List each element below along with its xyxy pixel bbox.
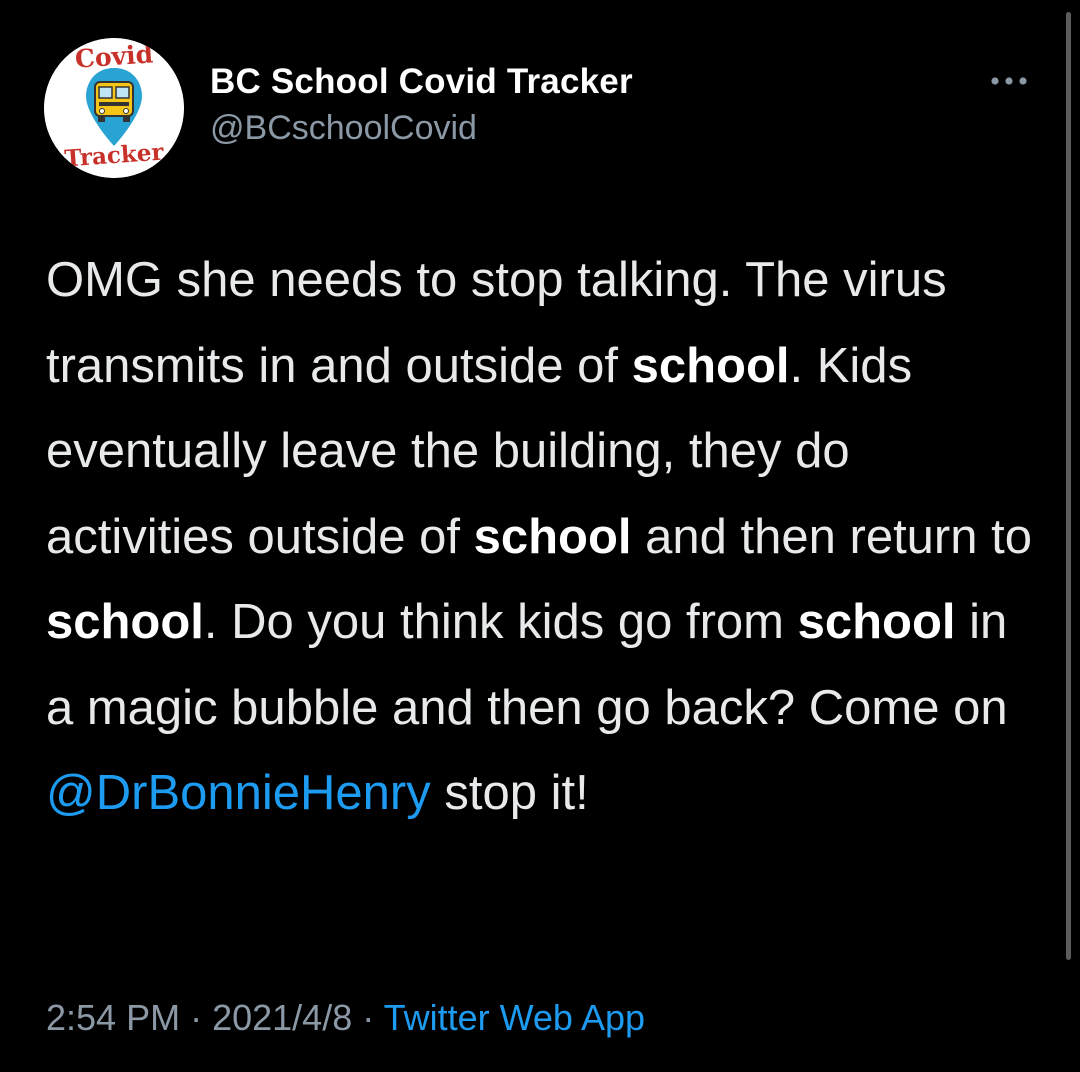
display-name[interactable]: BC School Covid Tracker xyxy=(210,60,633,104)
tweet-text: OMG she needs to stop talking. The virus… xyxy=(46,238,1036,837)
highlighted-keyword: school xyxy=(631,338,790,393)
highlighted-keyword: school xyxy=(46,595,204,649)
tweet-source-link[interactable]: Twitter Web App xyxy=(384,997,645,1038)
meta-separator: · xyxy=(180,997,213,1038)
more-options-icon xyxy=(991,77,1027,85)
tweet-date[interactable]: 2021/4/8 xyxy=(212,997,352,1038)
meta-separator: · xyxy=(352,997,384,1038)
tweet-text-segment: . Do you think kids go from xyxy=(203,595,798,649)
tweet-time[interactable]: 2:54 PM xyxy=(46,997,180,1038)
tweet-header: Covid Tracker BC School Covid Tracker @B… xyxy=(44,38,1034,178)
highlighted-keyword: school xyxy=(473,509,632,564)
user-handle[interactable]: @BCschoolCovid xyxy=(210,106,633,150)
tweet-detail: Covid Tracker BC School Covid Tracker @B… xyxy=(0,0,1080,1072)
scrollbar[interactable] xyxy=(1066,12,1071,960)
tweet-metadata: 2:54 PM · 2021/4/8 · Twitter Web App xyxy=(46,990,645,1046)
more-options-button[interactable] xyxy=(984,66,1034,96)
avatar[interactable]: Covid Tracker xyxy=(44,38,184,178)
tweet-text-segment: and then return to xyxy=(631,509,1032,564)
mention-link[interactable]: @DrBonnieHenry xyxy=(46,766,431,820)
author-info: BC School Covid Tracker @BCschoolCovid xyxy=(210,60,633,150)
highlighted-keyword: school xyxy=(797,595,956,649)
tweet-text-segment: stop it! xyxy=(430,766,589,820)
